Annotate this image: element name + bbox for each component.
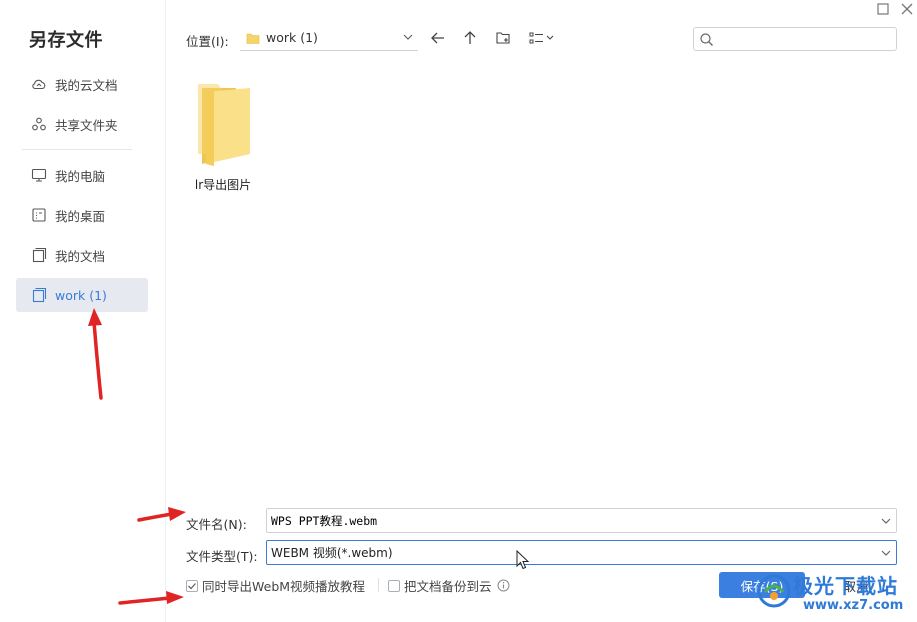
- location-label: 位置(I):: [186, 34, 229, 49]
- new-folder-icon: [496, 32, 510, 44]
- view-mode-button[interactable]: [527, 28, 559, 48]
- folder-item[interactable]: lr导出图片: [185, 82, 261, 197]
- folder-icon: [198, 84, 250, 166]
- location-dropdown[interactable]: work (1): [240, 25, 418, 51]
- sidebar-item-label: 我的云文档: [55, 77, 118, 93]
- watermark-logo: 极光下载站 www.xz7.com: [755, 568, 917, 618]
- file-list-area[interactable]: lr导出图片: [167, 62, 917, 492]
- watermark-text: 极光下载站: [793, 574, 898, 598]
- close-icon[interactable]: [899, 1, 915, 17]
- chevron-down-icon: [403, 34, 413, 40]
- filetype-label: 文件类型(T):: [186, 549, 258, 564]
- new-folder-button[interactable]: [493, 28, 513, 48]
- backup-cloud-option[interactable]: 把文档备份到云: [388, 576, 510, 595]
- back-button[interactable]: [428, 28, 448, 48]
- filename-input[interactable]: [271, 513, 871, 528]
- export-tutorial-label: 同时导出WebM视频播放教程: [202, 579, 366, 594]
- filetype-dropdown[interactable]: WEBM 视频(*.webm): [266, 540, 897, 565]
- sidebar: 另存文件 我的云文档 共享文件夹 我的电脑 我的桌面 我的文档 work (1): [0, 0, 166, 622]
- location-value: work (1): [266, 30, 318, 45]
- mouse-cursor-icon: [516, 550, 530, 570]
- computer-icon: [30, 167, 47, 184]
- info-icon[interactable]: [497, 579, 510, 592]
- desktop-icon: [30, 207, 47, 224]
- sidebar-item-shared-folder[interactable]: 共享文件夹: [16, 107, 148, 141]
- sidebar-item-my-computer[interactable]: 我的电脑: [16, 158, 148, 192]
- sidebar-item-label: 我的文档: [55, 248, 106, 264]
- check-icon: [188, 582, 196, 589]
- maximize-icon[interactable]: [876, 2, 890, 16]
- search-icon: [700, 33, 713, 46]
- sidebar-item-label: work (1): [55, 287, 107, 303]
- documents-icon: [30, 247, 47, 264]
- filetype-value: WEBM 视频(*.webm): [271, 546, 393, 560]
- sidebar-item-label: 我的电脑: [55, 168, 106, 184]
- save-file-dialog: 另存文件 我的云文档 共享文件夹 我的电脑 我的桌面 我的文档 work (1)…: [0, 0, 917, 622]
- backup-cloud-label: 把文档备份到云: [404, 579, 492, 594]
- up-button[interactable]: [460, 28, 480, 48]
- search-box[interactable]: [693, 27, 897, 51]
- export-tutorial-option[interactable]: 同时导出WebM视频播放教程: [186, 576, 365, 595]
- sidebar-item-my-documents[interactable]: 我的文档: [16, 238, 148, 272]
- watermark-emblem-icon: [757, 574, 791, 608]
- arrow-left-icon: [431, 32, 444, 44]
- folder-icon: [246, 33, 260, 44]
- sidebar-item-label: 我的桌面: [55, 208, 106, 224]
- cloud-icon: [30, 76, 47, 93]
- watermark-url: www.xz7.com: [803, 598, 904, 613]
- folder-icon: [30, 287, 47, 304]
- backup-cloud-checkbox[interactable]: [388, 579, 400, 592]
- sidebar-item-cloud-docs[interactable]: 我的云文档: [16, 67, 148, 101]
- option-separator: [378, 578, 379, 592]
- dialog-title: 另存文件: [29, 30, 103, 51]
- arrow-up-icon: [464, 31, 476, 44]
- folder-name: lr导出图片: [194, 178, 252, 192]
- filename-field[interactable]: [266, 508, 897, 533]
- chevron-down-icon: [881, 550, 891, 556]
- sidebar-item-my-desktop[interactable]: 我的桌面: [16, 198, 148, 232]
- share-folder-icon: [30, 116, 47, 133]
- sidebar-divider: [22, 149, 132, 150]
- sidebar-item-label: 共享文件夹: [55, 117, 118, 133]
- export-tutorial-checkbox[interactable]: [186, 579, 198, 592]
- chevron-down-icon[interactable]: [880, 515, 892, 527]
- list-view-icon: [529, 32, 554, 44]
- search-input[interactable]: [718, 30, 893, 48]
- sidebar-item-work[interactable]: work (1): [16, 278, 148, 312]
- filename-label: 文件名(N):: [186, 517, 247, 532]
